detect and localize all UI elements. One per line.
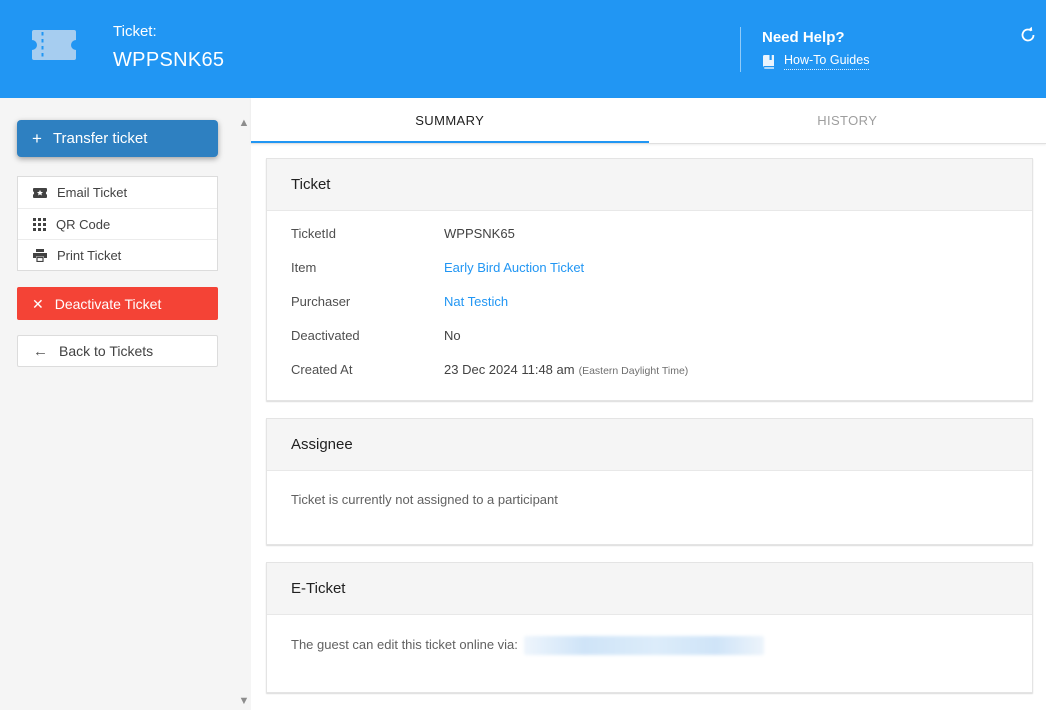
field-row-ticketid: TicketId WPPSNK65 [291, 226, 1008, 241]
printer-icon [33, 248, 47, 262]
qr-code-label: QR Code [56, 216, 111, 232]
deactivate-ticket-label: Deactivate Ticket [54, 295, 162, 312]
scroll-up-icon[interactable]: ▲ [236, 117, 252, 129]
scroll-down-icon[interactable]: ▼ [236, 695, 252, 707]
item-link[interactable]: Early Bird Auction Ticket [444, 260, 584, 275]
email-ticket-button[interactable]: Email Ticket [18, 177, 217, 208]
tab-history[interactable]: HISTORY [649, 98, 1046, 143]
tab-bar: SUMMARY HISTORY [251, 98, 1046, 144]
back-to-tickets-button[interactable]: ← Back to Tickets [17, 335, 218, 367]
assignee-card-title: Assignee [267, 419, 1032, 471]
need-help-heading: Need Help? [762, 29, 845, 46]
email-ticket-label: Email Ticket [57, 185, 128, 200]
field-row-item: Item Early Bird Auction Ticket [291, 260, 1008, 275]
field-label: Deactivated [291, 328, 360, 343]
close-icon: ✕ [32, 295, 44, 312]
ticket-actions-group: Email Ticket QR Code Print Ticket [17, 176, 218, 271]
purchaser-link[interactable]: Nat Testich [444, 294, 508, 309]
qr-code-icon [33, 217, 46, 231]
ticket-email-icon [33, 187, 47, 199]
book-icon [762, 54, 775, 69]
field-row-deactivated: Deactivated No [291, 328, 1008, 343]
eticket-redacted-link[interactable] [523, 636, 764, 655]
field-label: TicketId [291, 226, 337, 241]
ticket-card: Ticket TicketId WPPSNK65 Item Early Bird… [266, 158, 1033, 401]
eticket-card: E-Ticket The guest can edit this ticket … [266, 562, 1033, 693]
print-ticket-button[interactable]: Print Ticket [18, 239, 217, 270]
field-value: 23 Dec 2024 11:48 am (Eastern Daylight Ti… [444, 362, 689, 377]
header-ticket-id: WPPSNK65 [113, 49, 225, 71]
transfer-ticket-label: Transfer ticket [52, 130, 148, 147]
field-label: Purchaser [291, 294, 351, 309]
field-value: WPPSNK65 [444, 226, 515, 241]
ticket-icon [32, 30, 76, 60]
assignee-message: Ticket is currently not assigned to a pa… [291, 492, 558, 507]
eticket-card-title: E-Ticket [267, 563, 1032, 615]
timezone-suffix: (Eastern Daylight Time) [578, 365, 689, 377]
eticket-message: The guest can edit this ticket online vi… [291, 636, 518, 652]
field-label: Item [291, 260, 317, 275]
field-value: No [444, 328, 461, 343]
field-row-purchaser: Purchaser Nat Testich [291, 294, 1008, 309]
eticket-message-row: The guest can edit this ticket online vi… [267, 615, 1032, 692]
tab-summary[interactable]: SUMMARY [251, 98, 649, 143]
plus-icon: + [32, 129, 42, 148]
arrow-left-icon: ← [33, 342, 48, 360]
app-header: Ticket: WPPSNK65 Need Help? How-To Guide… [0, 0, 1046, 98]
main-panel: SUMMARY HISTORY Ticket TicketId WPPSNK65… [251, 98, 1046, 710]
field-label: Created At [291, 362, 353, 377]
print-ticket-label: Print Ticket [57, 247, 122, 263]
assignee-card: Assignee Ticket is currently not assigne… [266, 418, 1033, 545]
header-ticket-label: Ticket: [113, 23, 157, 40]
how-to-guides-link[interactable]: How-To Guides [784, 53, 870, 70]
transfer-ticket-button[interactable]: + Transfer ticket [17, 120, 218, 157]
sidebar: + Transfer ticket Email Ticket QR Code P… [0, 98, 251, 710]
back-to-tickets-label: Back to Tickets [59, 343, 154, 359]
deactivate-ticket-button[interactable]: ✕ Deactivate Ticket [17, 287, 218, 320]
ticket-card-title: Ticket [267, 159, 1032, 211]
header-divider [740, 27, 741, 72]
refresh-icon[interactable] [1019, 26, 1037, 44]
qr-code-button[interactable]: QR Code [18, 208, 217, 239]
field-row-created-at: Created At 23 Dec 2024 11:48 am (Eastern … [291, 362, 1008, 377]
